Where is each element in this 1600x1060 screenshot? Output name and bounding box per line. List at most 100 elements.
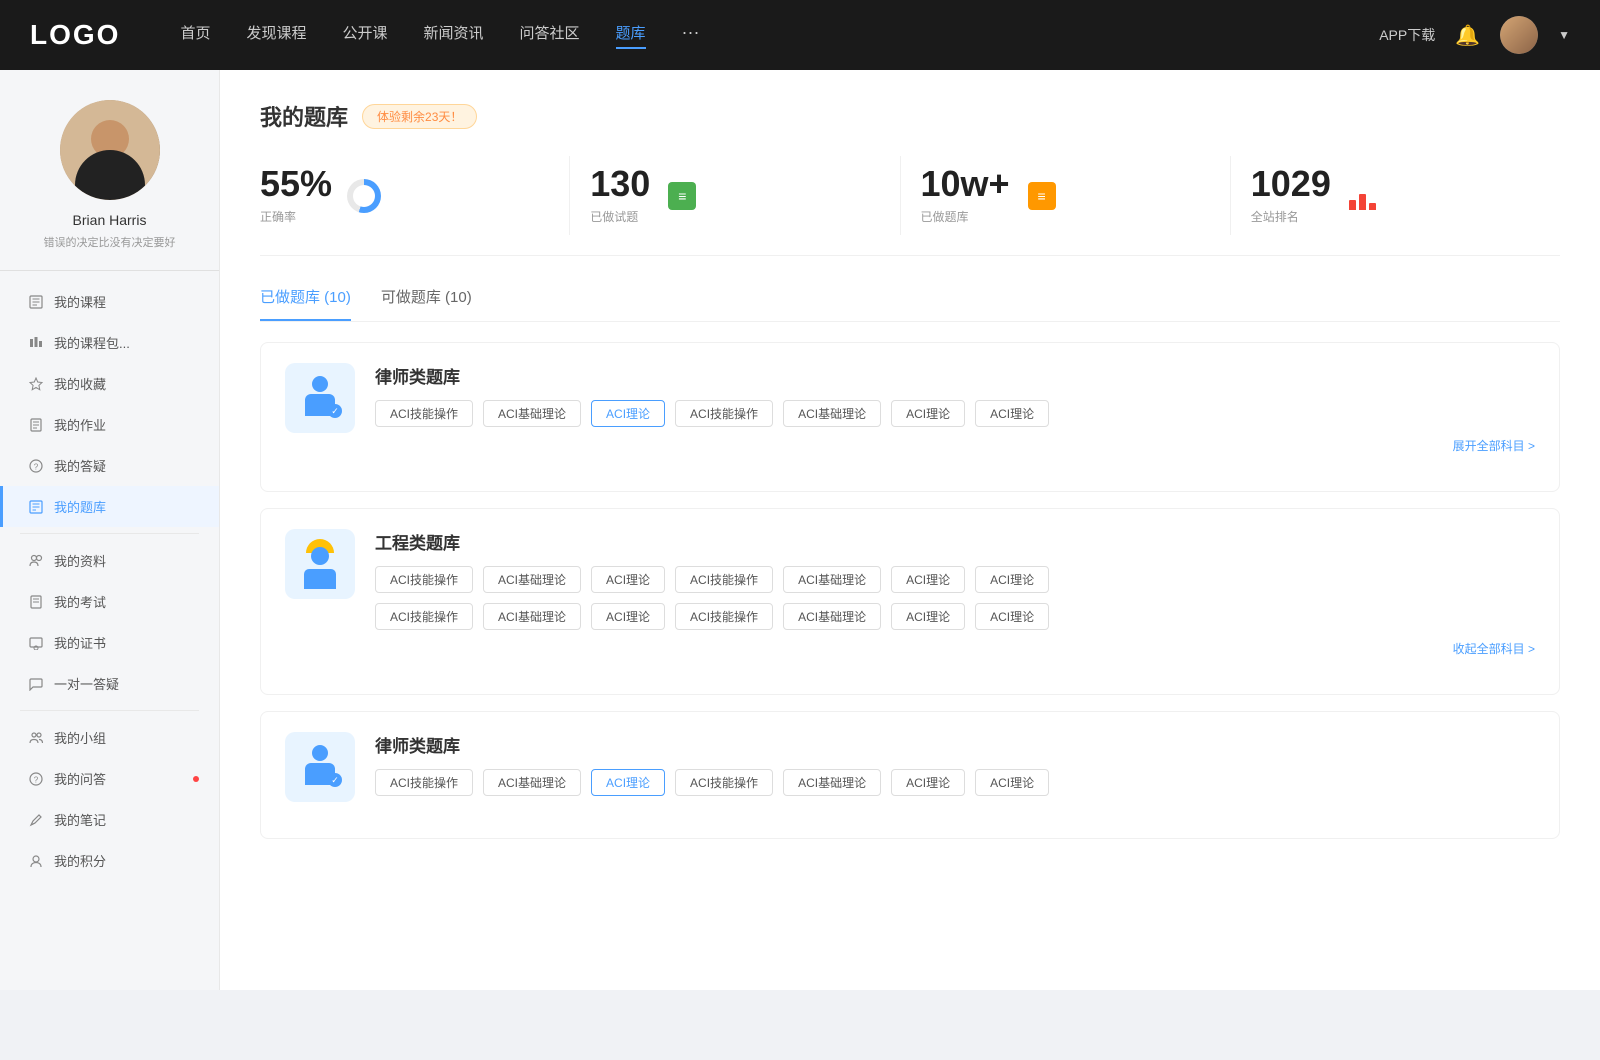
tabs-row: 已做题库 (10) 可做题库 (10) [260,286,1560,322]
sidebar-item-my-qa[interactable]: ? 我的问答 [0,758,219,799]
done-bank-number: 10w+ [921,166,1010,202]
tag-3-1[interactable]: ACI技能操作 [375,769,473,796]
tag-3-5[interactable]: ACI基础理论 [783,769,881,796]
notification-dot [193,776,199,782]
nav-more[interactable]: ··· [682,22,700,49]
sidebar-item-favorites[interactable]: 我的收藏 [0,363,219,404]
main-layout: Brian Harris 错误的决定比没有决定要好 我的课程 我的课程包... [0,70,1600,990]
pie-chart-icon [347,179,381,213]
lawyer-icon-2: ✓ [298,745,342,789]
tag-2-14[interactable]: ACI理论 [975,603,1049,630]
sidebar-item-group[interactable]: 我的小组 [0,717,219,758]
done-bank-value: 10w+ 已做题库 [921,166,1010,225]
sidebar-item-exam[interactable]: 我的考试 [0,581,219,622]
ranking-icon [1345,178,1381,214]
stat-done-banks: 10w+ 已做题库 ≡ [901,156,1231,235]
sidebar-item-profile-info[interactable]: 我的资料 [0,540,219,581]
sidebar-item-question-bank[interactable]: 我的题库 [0,486,219,527]
sidebar-label-qa: 我的答疑 [54,456,106,475]
tab-available-banks[interactable]: 可做题库 (10) [381,286,472,321]
nav-home[interactable]: 首页 [180,22,210,49]
ranking-number: 1029 [1251,166,1331,202]
bank-collapse-2: 收起全部科目 > [375,640,1535,658]
tag-1-3[interactable]: ACI理论 [591,400,665,427]
tag-3-6[interactable]: ACI理论 [891,769,965,796]
tag-2-6[interactable]: ACI理论 [891,566,965,593]
tag-3-4[interactable]: ACI技能操作 [675,769,773,796]
engineer-icon [298,539,342,589]
question-bank-icon [28,499,44,515]
tag-2-9[interactable]: ACI基础理论 [483,603,581,630]
notification-bell[interactable]: 🔔 [1455,23,1480,48]
sidebar-item-notes[interactable]: 我的笔记 [0,799,219,840]
expand-button-1[interactable]: 展开全部科目 > [1453,439,1535,453]
trial-badge: 体验剩余23天！ [362,104,477,129]
tag-2-7[interactable]: ACI理论 [975,566,1049,593]
nav-open-course[interactable]: 公开课 [342,22,387,49]
tag-2-2[interactable]: ACI基础理论 [483,566,581,593]
stat-ranking: 1029 全站排名 [1231,156,1560,235]
bank-title-1: 律师类题库 [375,363,1535,388]
notes-icon [28,812,44,828]
tag-2-5[interactable]: ACI基础理论 [783,566,881,593]
tag-2-1[interactable]: ACI技能操作 [375,566,473,593]
ranking-label: 全站排名 [1251,208,1331,225]
nav-qa[interactable]: 问答社区 [520,22,580,49]
bank-icon-wrap-1: ✓ [285,363,355,433]
tag-2-4[interactable]: ACI技能操作 [675,566,773,593]
sidebar-label-one-on-one: 一对一答疑 [54,674,119,693]
tag-3-7[interactable]: ACI理论 [975,769,1049,796]
sidebar-item-homework[interactable]: 我的作业 [0,404,219,445]
bank-section-lawyer-1: ✓ 律师类题库 ACI技能操作 ACI基础理论 ACI理论 ACI技能操作 AC… [260,342,1560,492]
sidebar-item-one-on-one[interactable]: 一对一答疑 [0,663,219,704]
accuracy-value: 55% 正确率 [260,166,332,225]
avatar-chevron-icon[interactable]: ▼ [1558,28,1570,42]
tag-2-3[interactable]: ACI理论 [591,566,665,593]
svg-text:?: ? [34,775,39,784]
nav-right-section: APP下载 🔔 ▼ [1379,16,1570,54]
bank-icon-wrap-2 [285,529,355,599]
qa-icon: ? [28,458,44,474]
tab-done-banks[interactable]: 已做题库 (10) [260,286,351,321]
tag-2-8[interactable]: ACI技能操作 [375,603,473,630]
tag-1-7[interactable]: ACI理论 [975,400,1049,427]
accuracy-number: 55% [260,166,332,202]
nav-news[interactable]: 新闻资讯 [424,22,484,49]
sidebar-item-certificate[interactable]: 我的证书 [0,622,219,663]
bank-content-1: 律师类题库 ACI技能操作 ACI基础理论 ACI理论 ACI技能操作 ACI基… [375,363,1535,455]
tag-3-2[interactable]: ACI基础理论 [483,769,581,796]
certificate-icon [28,635,44,651]
engineer-head [311,547,329,565]
app-download-button[interactable]: APP下载 [1379,25,1435,45]
engineer-body [304,569,336,589]
bank-title-3: 律师类题库 [375,732,1535,757]
bank-content-2: 工程类题库 ACI技能操作 ACI基础理论 ACI理论 ACI技能操作 ACI基… [375,529,1535,658]
top-navigation: LOGO 首页 发现课程 公开课 新闻资讯 问答社区 题库 ··· APP下载 … [0,0,1600,70]
tag-1-1[interactable]: ACI技能操作 [375,400,473,427]
sidebar-item-qa[interactable]: ? 我的答疑 [0,445,219,486]
tag-2-11[interactable]: ACI技能操作 [675,603,773,630]
tag-1-5[interactable]: ACI基础理论 [783,400,881,427]
tag-1-2[interactable]: ACI基础理论 [483,400,581,427]
bank-icon-wrap-3: ✓ [285,732,355,802]
accuracy-icon [346,178,382,214]
tag-1-4[interactable]: ACI技能操作 [675,400,773,427]
sidebar-label-exam: 我的考试 [54,592,106,611]
sidebar-label-course-package: 我的课程包... [54,333,130,352]
nav-question-bank[interactable]: 题库 [616,22,646,49]
user-avatar[interactable] [1500,16,1538,54]
tag-2-10[interactable]: ACI理论 [591,603,665,630]
tag-2-13[interactable]: ACI理论 [891,603,965,630]
tag-3-3[interactable]: ACI理论 [591,769,665,796]
svg-text:?: ? [34,462,39,471]
collapse-button-2[interactable]: 收起全部科目 > [1453,642,1535,656]
sidebar-item-course[interactable]: 我的课程 [0,281,219,322]
page-title: 我的题库 [260,100,348,132]
bank-title-2: 工程类题库 [375,529,1535,554]
sidebar-item-course-package[interactable]: 我的课程包... [0,322,219,363]
tag-1-6[interactable]: ACI理论 [891,400,965,427]
sidebar-label-group: 我的小组 [54,728,106,747]
tag-2-12[interactable]: ACI基础理论 [783,603,881,630]
nav-discover[interactable]: 发现课程 [246,22,306,49]
sidebar-item-points[interactable]: 我的积分 [0,840,219,881]
